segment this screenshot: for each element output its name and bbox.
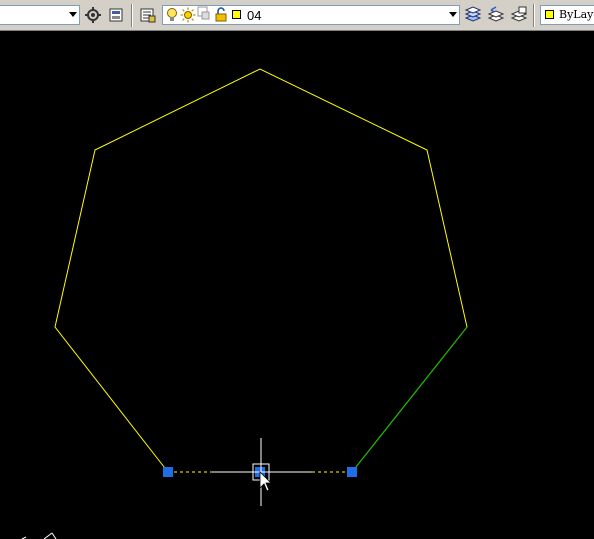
toolbar-separator: [131, 4, 133, 27]
layer-dropdown[interactable]: 04: [162, 5, 460, 25]
color-value: ByLayer: [559, 8, 594, 21]
layer-name: 04: [247, 8, 262, 23]
layer-color-swatch[interactable]: [232, 10, 241, 19]
color-swatch: [545, 10, 554, 19]
layer-viewport-freeze-icon[interactable]: [197, 6, 211, 26]
drawing-canvas[interactable]: [0, 31, 594, 539]
chevron-down-icon: [449, 12, 457, 17]
workspace-dropdown[interactable]: [0, 5, 80, 25]
make-current-layer-icon[interactable]: [463, 5, 483, 25]
layer-previous-icon[interactable]: [486, 5, 506, 25]
grip-right-endpoint[interactable]: [347, 467, 357, 477]
grip-left-endpoint[interactable]: [163, 467, 173, 477]
chevron-down-icon: [69, 12, 77, 17]
layer-freeze-sun-icon[interactable]: [180, 7, 196, 27]
workspace-toggle-icon[interactable]: [106, 5, 126, 25]
layer-lock-icon[interactable]: [215, 7, 229, 27]
layer-manager-icon[interactable]: [138, 5, 158, 25]
toolbar: 04 ByLayer: [0, 0, 594, 31]
toolbar-separator: [533, 4, 535, 27]
layer-states-icon[interactable]: [509, 5, 529, 25]
color-dropdown[interactable]: ByLayer: [540, 5, 594, 25]
workspace-settings-icon[interactable]: [83, 5, 103, 25]
layer-on-icon[interactable]: [165, 7, 179, 27]
